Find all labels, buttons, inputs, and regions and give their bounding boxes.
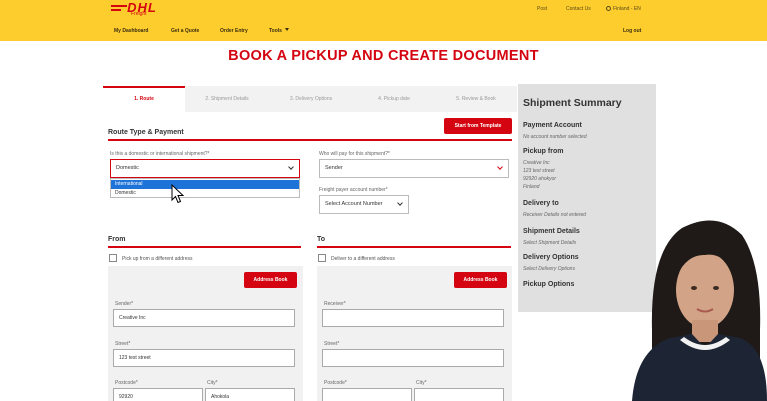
start-from-template-button[interactable]: Start from Template — [444, 118, 512, 134]
nav-order-entry[interactable]: Order Entry — [220, 28, 248, 34]
pickup-different-address-checkbox[interactable] — [109, 254, 117, 262]
tab-shipment-details[interactable]: 2. Shipment Details — [185, 86, 269, 112]
summary-payment-heading: Payment Account — [523, 122, 582, 129]
nav-my-dashboard[interactable]: My Dashboard — [114, 28, 148, 34]
nav-tools[interactable]: Tools — [269, 28, 289, 34]
top-link-post[interactable]: Post — [537, 6, 547, 12]
sender-input[interactable]: Creative Inc — [113, 309, 295, 327]
summary-pickup-heading: Pickup from — [523, 148, 564, 155]
from-street-input[interactable]: 123 test street — [113, 349, 295, 367]
tab-route[interactable]: 1. Route — [103, 86, 185, 112]
tab-delivery-options[interactable]: 3. Delivery Options — [269, 86, 353, 112]
account-value: Select Account Number — [325, 201, 383, 207]
to-postcode-input[interactable] — [322, 388, 412, 401]
logout-link[interactable]: Log out — [623, 28, 641, 34]
route-heading: Route Type & Payment — [108, 129, 184, 136]
sender-label: Sender* — [115, 301, 134, 307]
route-divider — [108, 139, 512, 141]
chevron-down-icon — [284, 28, 289, 31]
account-label: Freight payer account number* — [319, 187, 388, 193]
chevron-down-icon — [397, 200, 403, 206]
to-divider — [317, 246, 511, 248]
payer-value: Sender — [325, 165, 343, 171]
shipment-type-select[interactable]: Domestic — [110, 159, 300, 178]
summary-delivery-text: Receiver Details not entered — [523, 212, 587, 218]
payer-select[interactable]: Sender — [319, 159, 509, 178]
nav-tools-label: Tools — [269, 28, 282, 34]
summary-pickup-line: 123 test street — [523, 168, 555, 174]
to-street-label: Street* — [324, 341, 340, 347]
from-city-input[interactable]: Ahokola — [205, 388, 295, 401]
tab-review-book[interactable]: 5. Review & Book — [435, 86, 517, 112]
language-selector[interactable]: Finland - EN — [606, 6, 641, 12]
pickup-different-address-label: Pick up from a different address — [122, 256, 193, 262]
chevron-down-icon — [288, 164, 294, 170]
summary-pickup-line: 92920 ahokyor — [523, 176, 557, 182]
receiver-input[interactable] — [322, 309, 504, 327]
summary-delivery-heading: Delivery to — [523, 200, 559, 207]
summary-pickup-line: Creative Inc — [523, 160, 550, 166]
shipment-type-dropdown: International Domestic — [110, 178, 300, 198]
from-city-label: City* — [207, 380, 218, 386]
deliver-different-address-label: Deliver to a different address — [331, 256, 395, 262]
language-label: Finland - EN — [613, 6, 641, 12]
from-address-book-button[interactable]: Address Book — [244, 272, 297, 288]
page-title: BOOK A PICKUP AND CREATE DOCUMENT — [228, 48, 539, 64]
shipment-type-label: Is this a domestic or international ship… — [110, 151, 210, 157]
summary-options-heading: Delivery Options — [523, 254, 579, 261]
from-divider — [108, 246, 301, 248]
from-heading: From — [108, 236, 126, 243]
payer-label: Who will pay for this shipment?* — [319, 151, 390, 157]
receiver-label: Receiver* — [324, 301, 346, 307]
to-address-book-button[interactable]: Address Book — [454, 272, 507, 288]
step-tabs: 1. Route 2. Shipment Details 3. Delivery… — [103, 86, 517, 112]
summary-details-text: Select Shipment Details — [523, 240, 577, 246]
summary-pickup-line: Finland — [523, 184, 540, 190]
option-domestic[interactable]: Domestic — [111, 189, 299, 198]
to-street-input[interactable] — [322, 349, 504, 367]
chevron-down-icon — [497, 164, 503, 170]
summary-options-text: Select Delivery Options — [523, 266, 575, 272]
summary-pickup-options-heading: Pickup Options — [523, 281, 575, 288]
top-header: DHL Freight Post Contact Us Finland - EN… — [0, 0, 767, 41]
mouse-cursor-icon — [171, 184, 185, 204]
top-link-contact[interactable]: Contact Us — [566, 6, 591, 12]
to-heading: To — [317, 236, 326, 243]
option-international[interactable]: International — [111, 180, 299, 189]
summary-title: Shipment Summary — [523, 97, 622, 109]
globe-icon — [606, 6, 611, 11]
nav-get-a-quote[interactable]: Get a Quote — [171, 28, 199, 34]
deliver-different-address-checkbox[interactable] — [318, 254, 326, 262]
shipment-type-value: Domestic — [116, 165, 139, 171]
from-street-label: Street* — [115, 341, 131, 347]
tab-pickup-date[interactable]: 4. Pickup date — [353, 86, 435, 112]
presenter-video-overlay — [632, 220, 767, 401]
to-city-label: City* — [416, 380, 427, 386]
account-select[interactable]: Select Account Number — [319, 195, 409, 214]
logo-subtitle: Freight — [131, 11, 147, 17]
summary-details-heading: Shipment Details — [523, 228, 580, 235]
to-postcode-label: Postcode* — [324, 380, 347, 386]
to-city-input[interactable] — [414, 388, 504, 401]
summary-payment-text: No account number selected — [523, 134, 587, 140]
from-postcode-label: Postcode* — [115, 380, 138, 386]
from-postcode-input[interactable]: 92920 — [113, 388, 203, 401]
